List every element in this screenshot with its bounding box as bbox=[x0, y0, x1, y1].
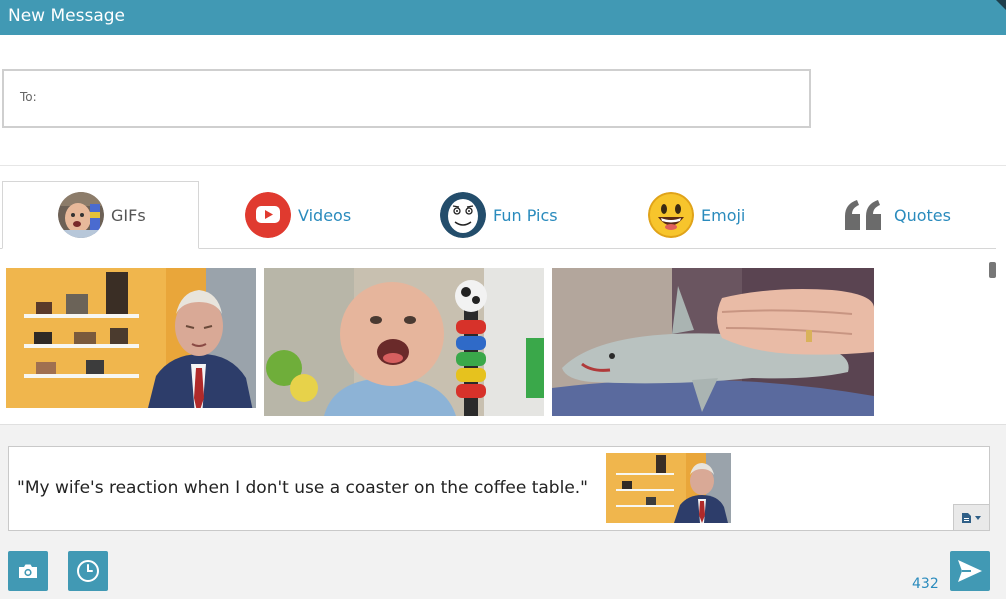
send-button[interactable] bbox=[950, 551, 990, 591]
gallery-scrollbar[interactable] bbox=[989, 262, 996, 278]
close-corner[interactable] bbox=[996, 0, 1006, 10]
clock-icon bbox=[77, 560, 99, 582]
recipient-input[interactable] bbox=[48, 81, 798, 117]
tab-fun-pics-label: Fun Pics bbox=[493, 205, 558, 225]
quote-marks-icon bbox=[841, 192, 887, 238]
gif-thumbnail[interactable] bbox=[552, 268, 874, 416]
baby-face-icon bbox=[58, 192, 104, 238]
tab-videos-label: Videos bbox=[298, 205, 352, 225]
gif-caption-strip bbox=[6, 408, 256, 416]
message-compose-box[interactable]: "My wife's reaction when I don't use a c… bbox=[8, 446, 990, 531]
window-title: New Message bbox=[8, 6, 125, 26]
message-text[interactable]: "My wife's reaction when I don't use a c… bbox=[17, 478, 588, 498]
tab-emoji-label: Emoji bbox=[701, 205, 746, 225]
recipient-label: To: bbox=[20, 90, 37, 104]
tab-emoji[interactable]: Emoji bbox=[648, 181, 745, 249]
title-bar: New Message bbox=[0, 0, 1006, 35]
tab-quotes-label: Quotes bbox=[894, 205, 951, 225]
smiley-emoji-icon bbox=[648, 192, 694, 238]
tab-quotes[interactable]: Quotes bbox=[841, 181, 951, 249]
send-icon bbox=[958, 560, 982, 582]
meme-face-icon bbox=[440, 192, 486, 238]
history-button[interactable] bbox=[68, 551, 108, 591]
recipient-field[interactable]: To: bbox=[2, 69, 811, 128]
gif-gallery bbox=[0, 262, 1006, 424]
tab-gifs[interactable]: GIFs bbox=[2, 181, 199, 249]
attached-gif[interactable] bbox=[606, 453, 731, 523]
youtube-play-icon bbox=[245, 192, 291, 238]
camera-icon bbox=[19, 564, 37, 578]
gif-thumbnail[interactable] bbox=[6, 268, 256, 416]
camera-button[interactable] bbox=[8, 551, 48, 591]
character-count: 432 bbox=[912, 576, 939, 592]
tab-gifs-label: GIFs bbox=[111, 205, 146, 225]
tab-fun-pics[interactable]: Fun Pics bbox=[440, 181, 558, 249]
gif-thumbnail[interactable] bbox=[264, 268, 544, 416]
media-tabs: GIFs Videos Fun Pics Emoji Quotes bbox=[0, 181, 996, 249]
format-dropdown-button[interactable] bbox=[953, 504, 989, 530]
divider bbox=[0, 165, 1006, 166]
tab-videos[interactable]: Videos bbox=[245, 181, 351, 249]
document-icon bbox=[961, 512, 981, 523]
